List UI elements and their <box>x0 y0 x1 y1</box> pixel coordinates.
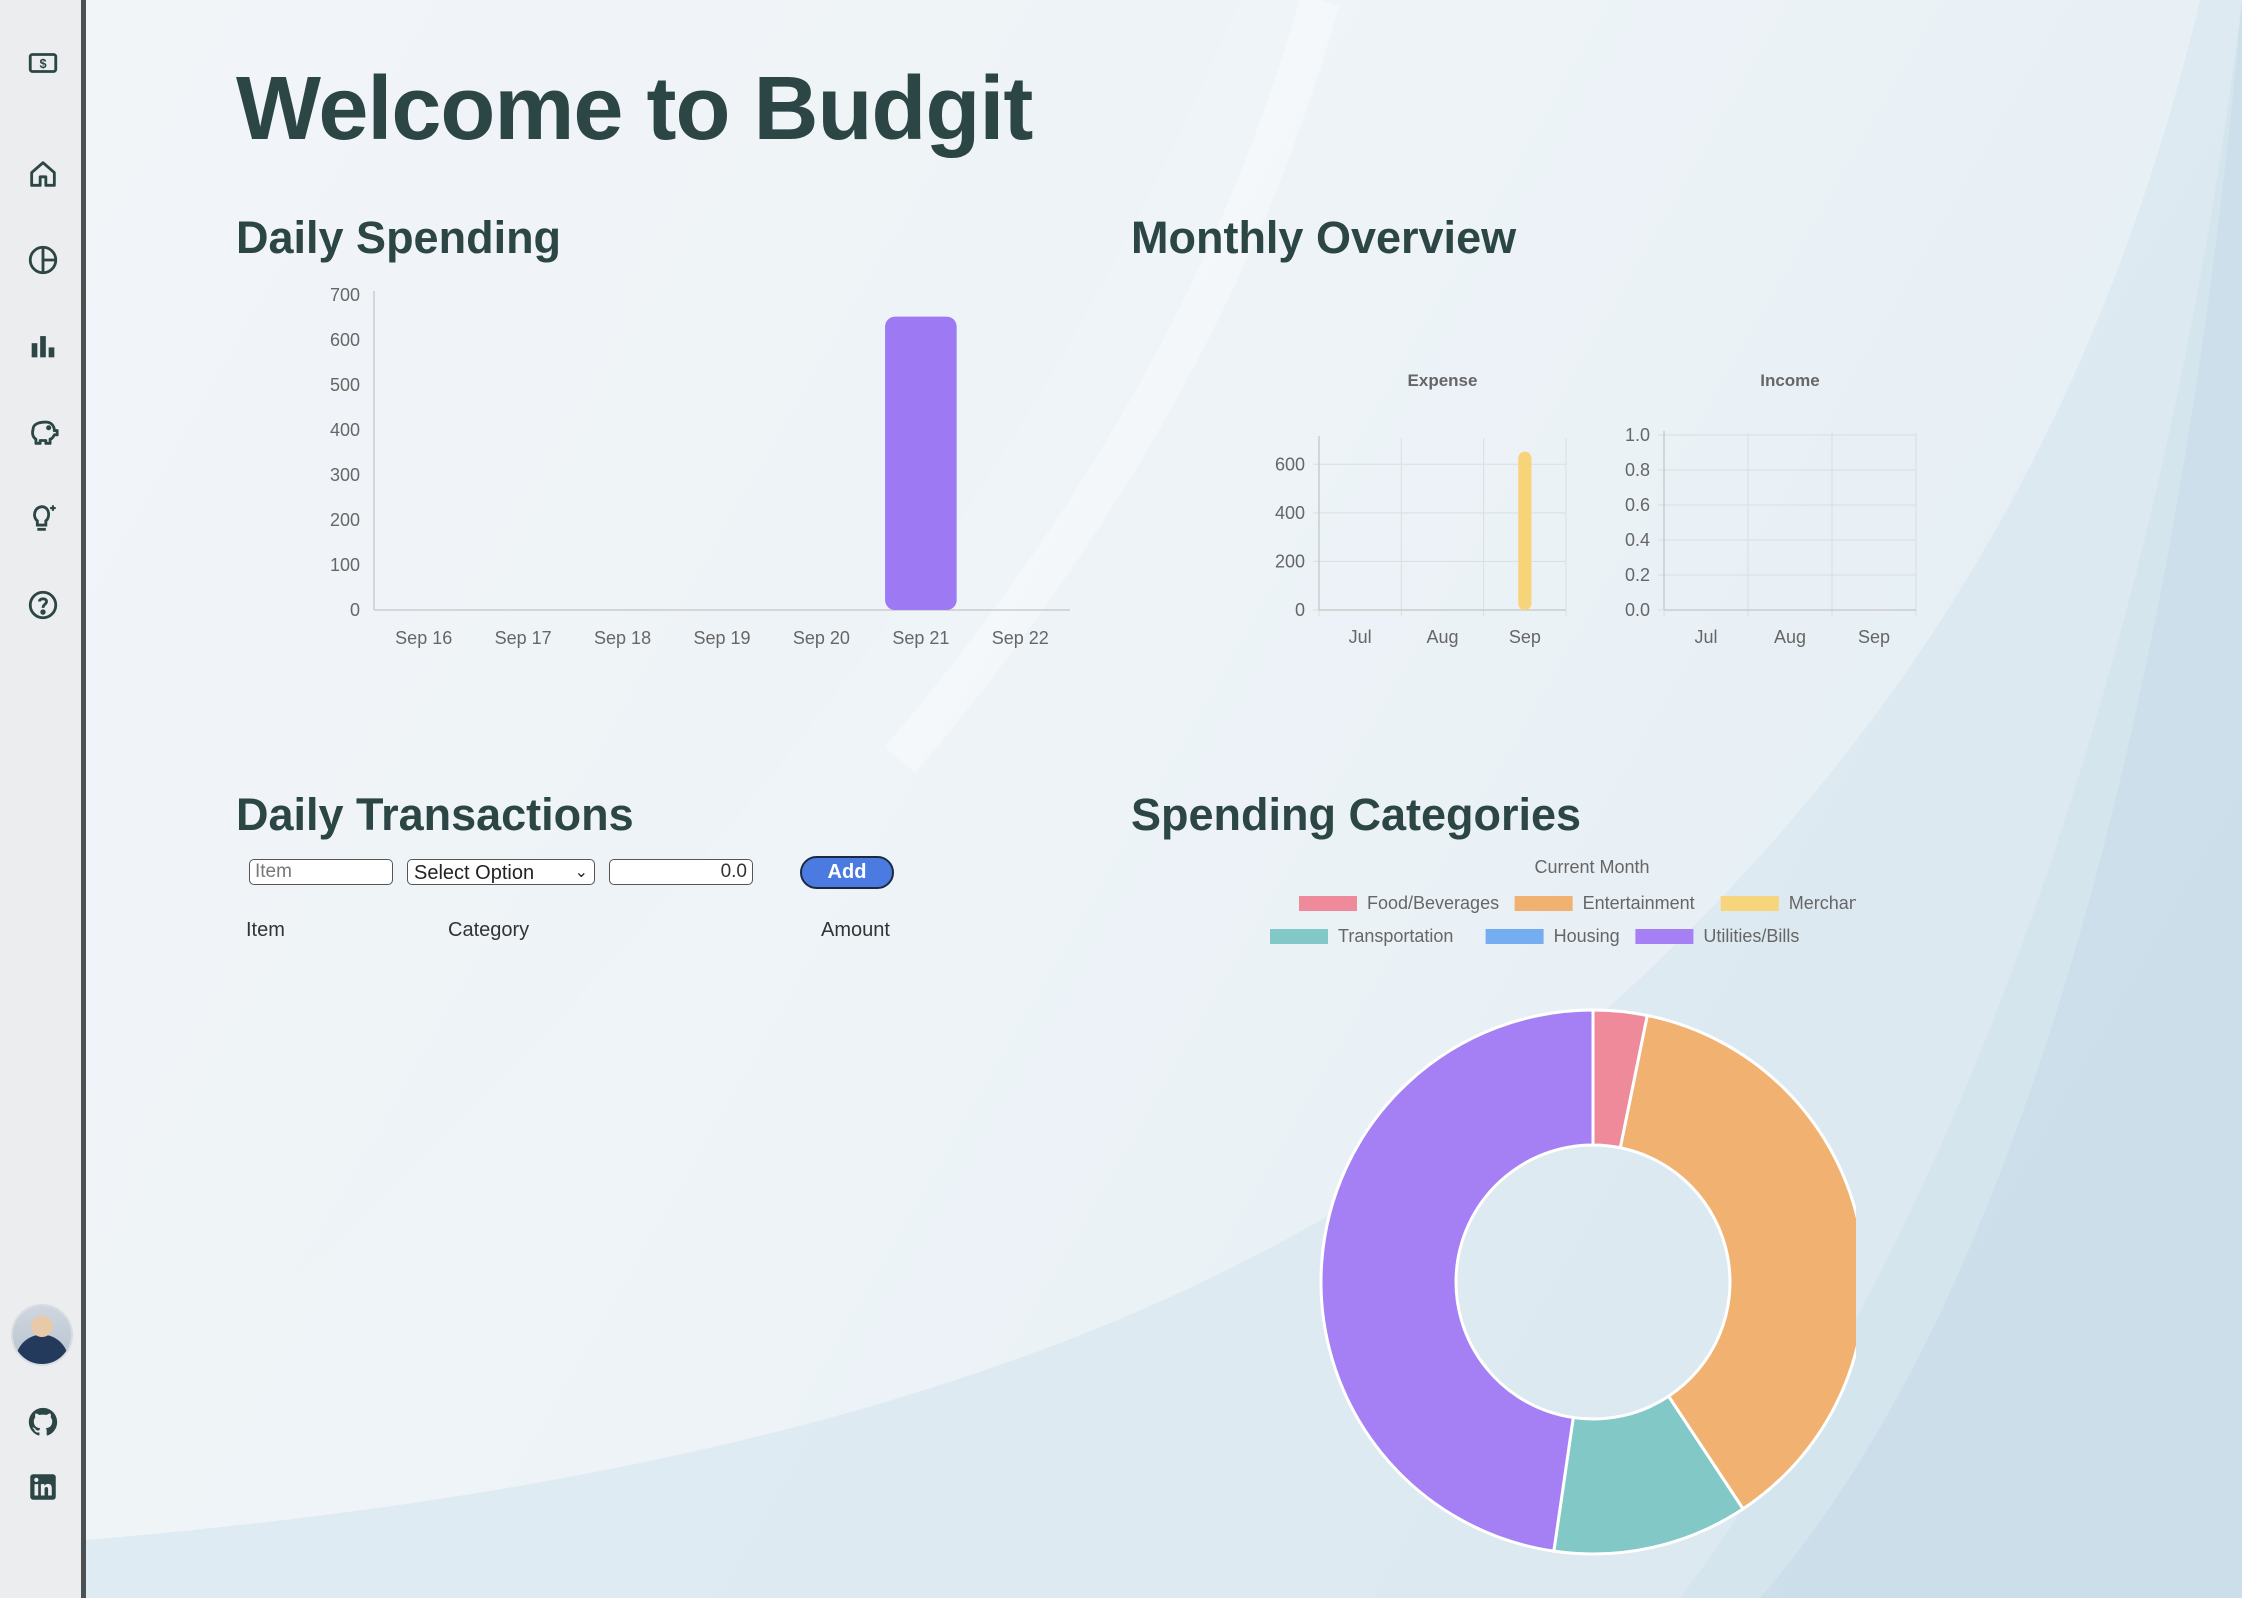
legend-item-utilities-bills: Utilities/Bills <box>1635 926 1799 946</box>
legend-swatch <box>1270 929 1328 944</box>
legend-label: Merchandise <box>1789 893 1856 913</box>
y-tick-label: 0 <box>350 600 360 620</box>
monthly-overview-title: Monthly Overview <box>1131 212 1517 263</box>
lightbulb-icon[interactable] <box>22 497 64 539</box>
home-icon[interactable] <box>22 153 64 195</box>
y-tick-label: 0.4 <box>1625 530 1650 550</box>
avatar[interactable] <box>11 1304 73 1366</box>
legend-swatch <box>1485 929 1544 944</box>
legend-label: Housing <box>1554 926 1620 946</box>
pie-chart-icon[interactable] <box>22 239 64 281</box>
legend-item-food-beverages: Food/Beverages <box>1299 893 1499 913</box>
monthly-expense-chart: Expense0200400600Jul Aug Sep <box>1275 371 1567 647</box>
y-tick-label: 500 <box>330 375 360 395</box>
spending-categories-chart: Current Month Food/Beverages Entertainment… <box>1270 857 1856 1556</box>
legend-swatch <box>1514 896 1573 911</box>
category-select-value: Select Option <box>414 862 535 884</box>
category-select[interactable]: Select Option ⌄ <box>407 859 595 885</box>
x-tick-label: Aug <box>1774 627 1806 647</box>
x-tick-label: Sep 21 <box>892 628 949 648</box>
page-title: Welcome to Budgit <box>236 59 1033 159</box>
legend-item-entertainment: Entertainment <box>1514 893 1695 913</box>
column-header-item: Item <box>246 919 285 941</box>
legend-label: Food/Beverages <box>1367 893 1499 913</box>
column-header-category: Category <box>448 919 530 941</box>
x-tick-label: Sep 22 <box>992 628 1049 648</box>
bar <box>885 316 957 610</box>
legend-item-housing: Housing <box>1485 926 1620 946</box>
chart-title: Current Month <box>1534 857 1649 877</box>
legend-swatch <box>1720 896 1779 911</box>
y-tick-label: 200 <box>330 510 360 530</box>
spending-categories-title: Spending Categories <box>1131 789 1582 840</box>
y-tick-label: 600 <box>330 330 360 350</box>
main-content: Welcome to Budgit Daily Spending Monthly… <box>86 0 2242 1598</box>
y-tick-label: 0.8 <box>1625 460 1650 480</box>
x-tick-label: Sep 16 <box>395 628 452 648</box>
legend-swatch <box>1635 929 1694 944</box>
amount-input[interactable] <box>609 859 753 885</box>
x-tick-label: Sep 17 <box>495 628 552 648</box>
x-tick-label: Sep 19 <box>693 628 750 648</box>
piggy-bank-icon[interactable] <box>22 411 64 453</box>
monthly-income-chart: Income 0.0 0.2 0.4 0.6 0.8 1.0 Jul Aug Sep <box>1625 371 1917 647</box>
y-tick-label: 1.0 <box>1625 425 1650 445</box>
daily-spending-title: Daily Spending <box>236 212 562 263</box>
slice-utilities-bills <box>1319 1008 1595 1553</box>
legend-label: Transportation <box>1338 926 1453 946</box>
daily-transactions-title: Daily Transactions <box>236 789 634 840</box>
linkedin-icon[interactable] <box>22 1466 64 1508</box>
y-tick-label: 200 <box>1275 551 1305 571</box>
y-tick-label: 300 <box>330 465 360 485</box>
legend-swatch <box>1299 896 1357 911</box>
y-tick-label: 400 <box>1275 503 1305 523</box>
y-tick-label: 100 <box>330 555 360 575</box>
add-button[interactable]: Add <box>800 856 894 889</box>
bar-chart-icon[interactable] <box>22 325 64 367</box>
column-header-amount: Amount <box>821 919 890 941</box>
y-tick-label: 0.2 <box>1625 565 1650 585</box>
x-tick-label: Sep 18 <box>594 628 651 648</box>
legend-label: Entertainment <box>1583 893 1695 913</box>
y-tick-label: 0 <box>1295 600 1305 620</box>
help-icon[interactable] <box>22 584 64 626</box>
y-tick-label: 0.0 <box>1625 600 1650 620</box>
x-tick-label: Jul <box>1349 627 1372 647</box>
chevron-down-icon: ⌄ <box>574 864 588 881</box>
item-input[interactable] <box>249 859 393 885</box>
x-tick-label: Jul <box>1694 627 1717 647</box>
sidebar: $ <box>0 0 86 1598</box>
github-icon[interactable] <box>22 1401 64 1443</box>
legend-item-merchandise: Merchandise <box>1720 893 1856 913</box>
daily-spending-chart: 0 100 200 300 400 500 600 700 Sep 16 Sep 17 Sep 18… <box>330 285 1070 648</box>
x-tick-label: Sep <box>1858 627 1890 647</box>
svg-text:$: $ <box>39 56 46 71</box>
legend-item-transportation: Transportation <box>1270 926 1453 946</box>
y-tick-label: 700 <box>330 285 360 305</box>
y-tick-label: 600 <box>1275 454 1305 474</box>
chart-title: Income <box>1760 371 1820 390</box>
x-tick-label: Aug <box>1426 627 1458 647</box>
dollar-bill-icon[interactable]: $ <box>22 42 64 84</box>
chart-title: Expense <box>1408 371 1478 390</box>
y-tick-label: 400 <box>330 420 360 440</box>
x-tick-label: Sep 20 <box>793 628 850 648</box>
legend-label: Utilities/Bills <box>1703 926 1799 946</box>
y-tick-label: 0.6 <box>1625 495 1650 515</box>
